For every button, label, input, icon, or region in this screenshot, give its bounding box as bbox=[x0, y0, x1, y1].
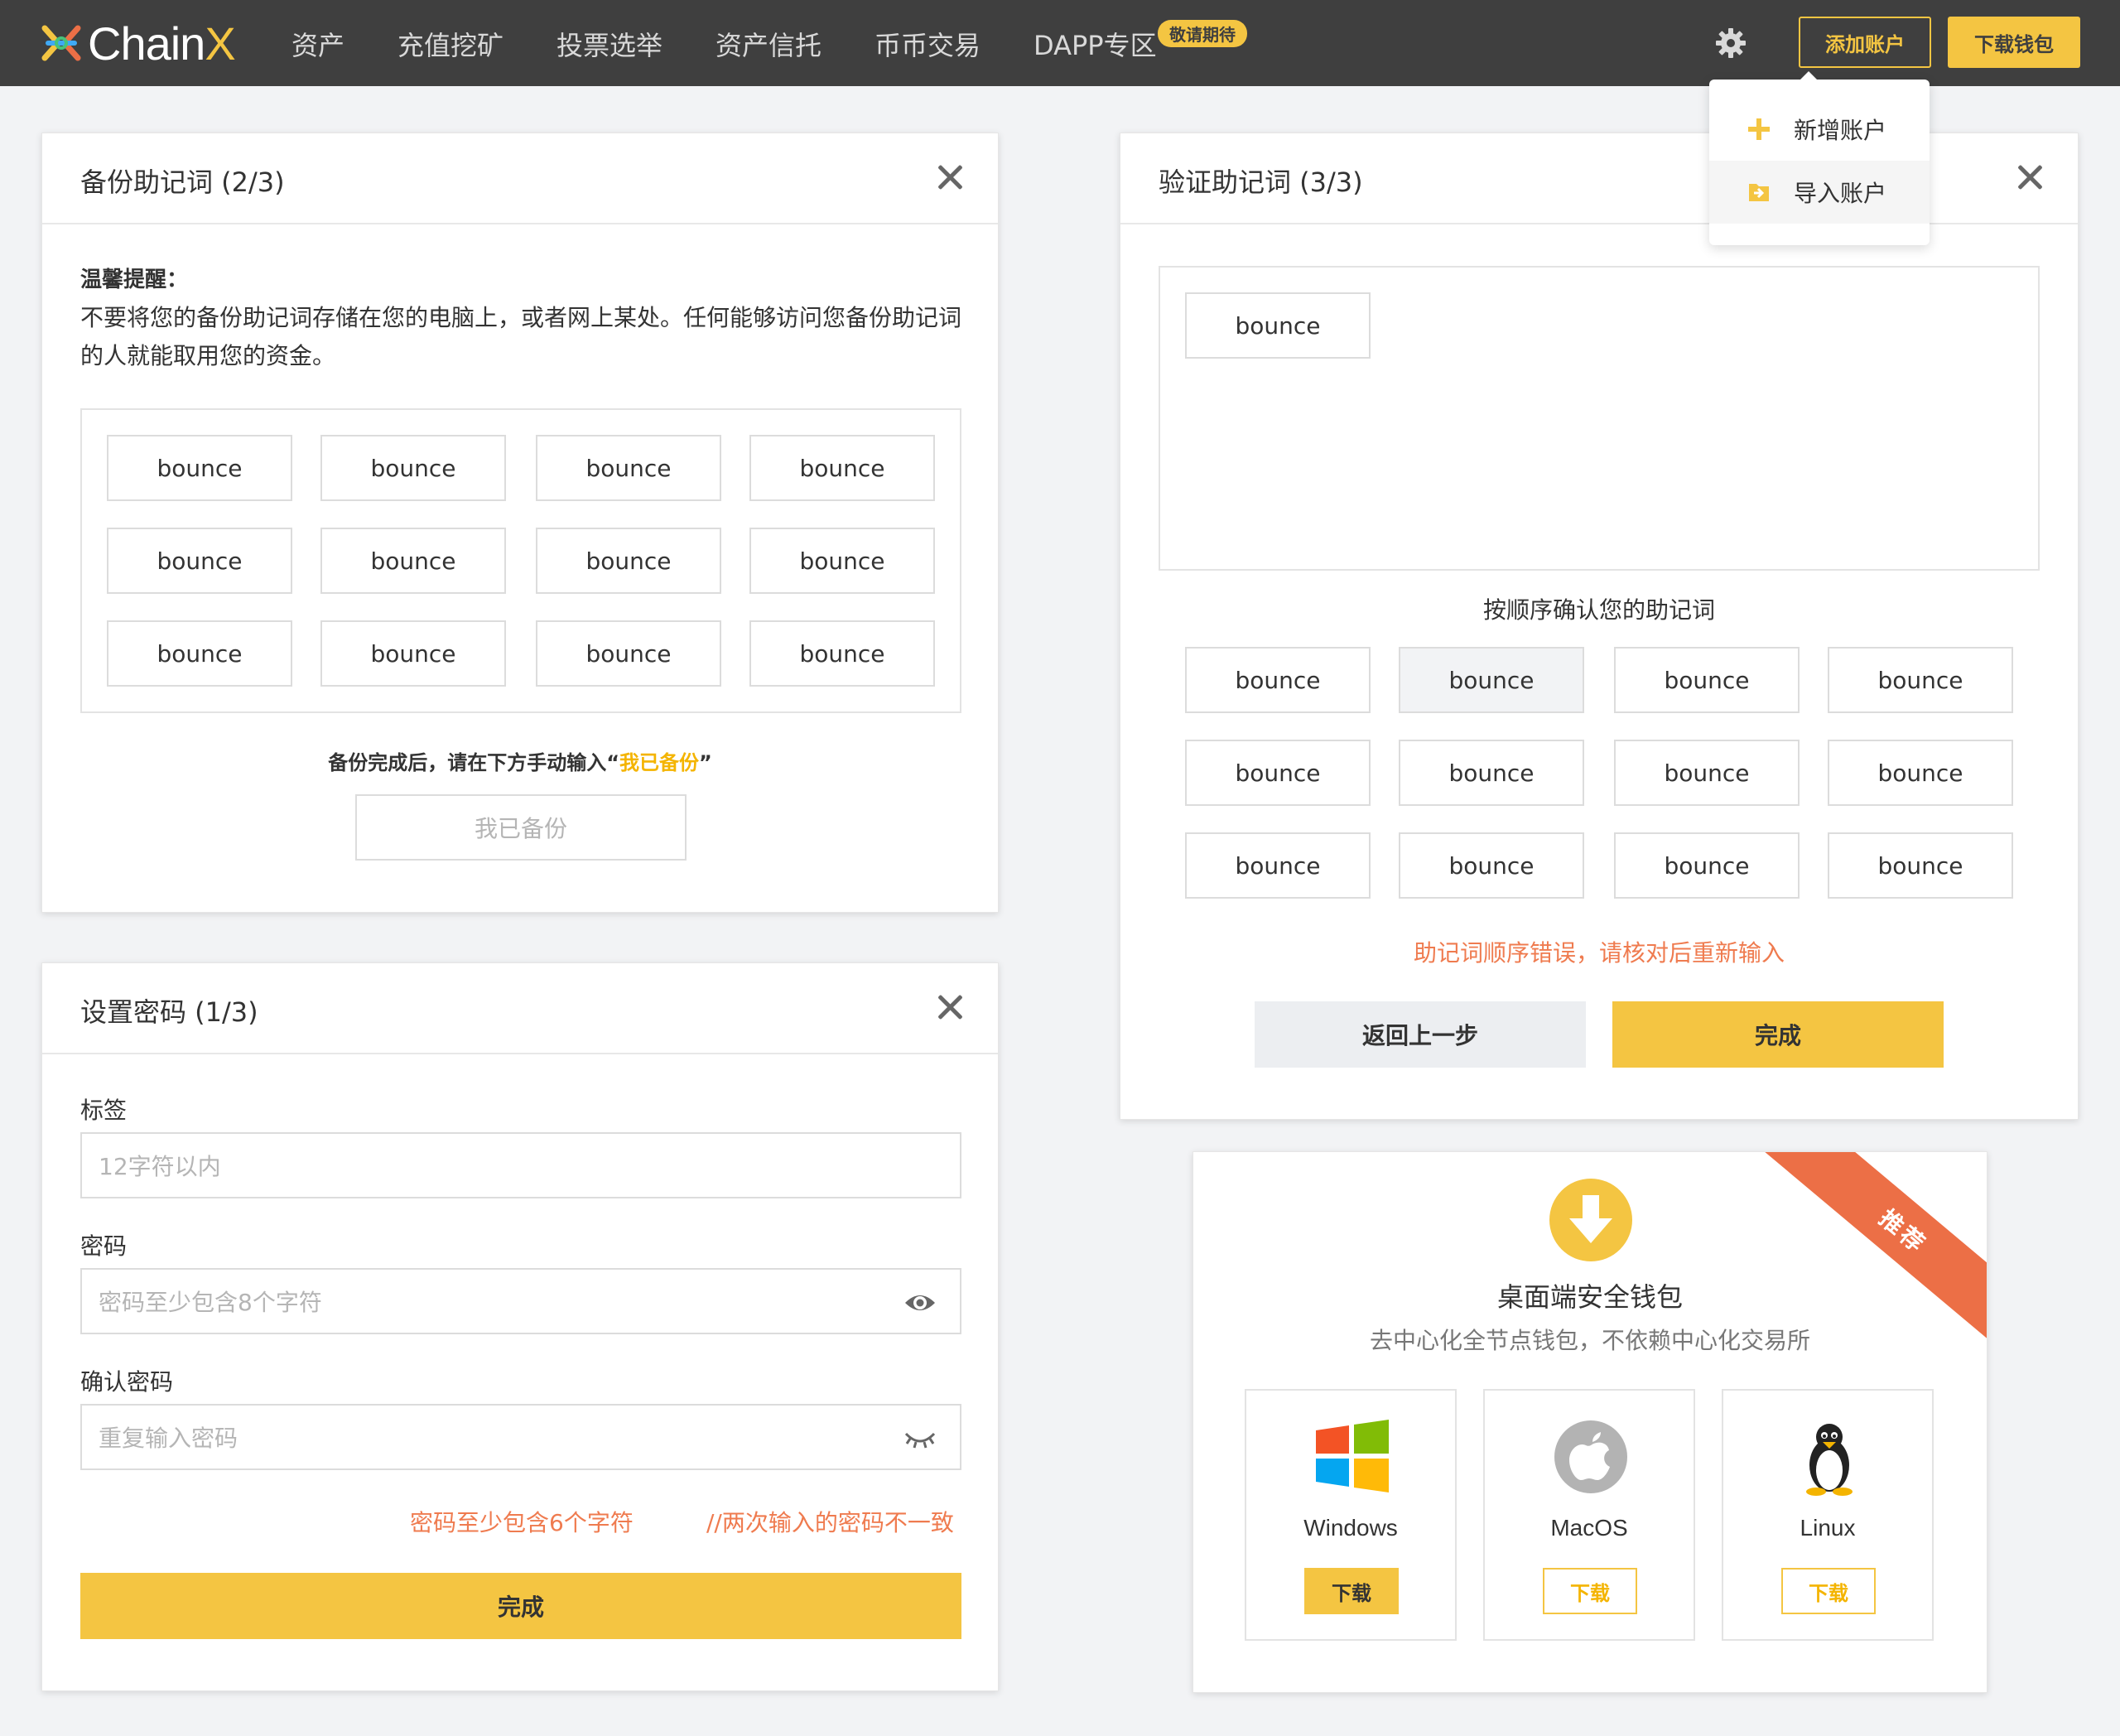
dropdown-item-label: 新增账户 bbox=[1794, 117, 1887, 144]
os-name: MacOS bbox=[1550, 1515, 1628, 1541]
linux-tux-icon bbox=[1806, 1424, 1853, 1496]
nav-trading[interactable]: 币币交易 bbox=[874, 25, 980, 63]
coming-soon-badge: 敬请期待 bbox=[1158, 20, 1247, 47]
password-input[interactable]: 密码至少包含8个字符 bbox=[80, 1268, 961, 1334]
confirm-password-label: 确认密码 bbox=[80, 1368, 174, 1396]
chainx-logo[interactable]: ChainX bbox=[38, 17, 236, 70]
desktop-wallet-card: 推荐 桌面端安全钱包 去中心化全节点钱包，不依赖中心化交易所 Windows 下… bbox=[1192, 1151, 1988, 1693]
download-wallet-button[interactable]: 下载钱包 bbox=[1948, 17, 2080, 68]
candidate-word[interactable]: bounce bbox=[1399, 740, 1584, 806]
mnemonic-word-grid: bounce bounce bounce bounce bounce bounc… bbox=[80, 408, 961, 713]
nav-dapp[interactable]: DAPP专区 bbox=[1034, 25, 1157, 63]
download-title: 桌面端安全钱包 bbox=[1496, 1281, 1683, 1313]
candidate-word[interactable]: bounce bbox=[1828, 647, 2013, 713]
password-mismatch-error: //两次输入的密码不一致 bbox=[706, 1509, 954, 1536]
mnemonic-word: bounce bbox=[320, 528, 506, 594]
show-password-eye-icon[interactable] bbox=[903, 1288, 937, 1318]
mnemonic-word: bounce bbox=[749, 620, 935, 687]
mnemonic-word: bounce bbox=[749, 528, 935, 594]
download-arrow-icon bbox=[1549, 1179, 1632, 1261]
download-macos-button[interactable]: 下载 bbox=[1543, 1568, 1637, 1614]
mnemonic-word: bounce bbox=[320, 620, 506, 687]
dropdown-item-import-account[interactable]: 导入账户 bbox=[1709, 161, 1930, 224]
card-header: 验证助记词 (3/3) bbox=[1120, 133, 2078, 224]
settings-gear-icon[interactable] bbox=[1714, 27, 1747, 60]
os-name: Linux bbox=[1800, 1515, 1856, 1541]
candidate-word[interactable]: bounce bbox=[1614, 740, 1800, 806]
download-windows-button[interactable]: 下载 bbox=[1304, 1568, 1399, 1614]
add-account-button[interactable]: 添加账户 bbox=[1799, 17, 1931, 68]
backup-mnemonic-card: 备份助记词 (2/3) 温馨提醒： 不要将您的备份助记词存储在您的电脑上，或者网… bbox=[41, 133, 999, 913]
apple-logo-icon bbox=[1554, 1420, 1627, 1493]
card-header: 备份助记词 (2/3) bbox=[42, 133, 998, 224]
nav-deposit-mining[interactable]: 充值挖矿 bbox=[398, 25, 504, 63]
verify-order-error: 助记词顺序错误，请核对后重新输入 bbox=[1413, 939, 1785, 967]
windows-logo-icon bbox=[1316, 1420, 1389, 1492]
nav-assets[interactable]: 资产 bbox=[292, 25, 344, 63]
mnemonic-word: bounce bbox=[536, 528, 721, 594]
close-icon[interactable] bbox=[937, 163, 963, 190]
tag-label: 标签 bbox=[80, 1097, 128, 1124]
logo-text: ChainX bbox=[88, 17, 236, 70]
backup-confirm-input[interactable]: 我已备份 bbox=[355, 794, 687, 861]
selected-words-area[interactable]: bounce bbox=[1159, 266, 2040, 571]
password-submit-button[interactable]: 完成 bbox=[80, 1573, 961, 1639]
candidate-word[interactable]: bounce bbox=[1614, 832, 1800, 899]
nav-asset-trust[interactable]: 资产信托 bbox=[716, 25, 822, 63]
import-icon bbox=[1749, 184, 1769, 201]
selected-word[interactable]: bounce bbox=[1185, 292, 1371, 359]
mnemonic-word: bounce bbox=[320, 435, 506, 501]
candidate-word[interactable]: bounce bbox=[1828, 740, 2013, 806]
card-title: 备份助记词 (2/3) bbox=[80, 166, 285, 198]
card-title: 设置密码 (1/3) bbox=[80, 996, 258, 1028]
dropdown-item-label: 导入账户 bbox=[1794, 180, 1887, 207]
mnemonic-word: bounce bbox=[107, 528, 292, 594]
download-linux-button[interactable]: 下载 bbox=[1781, 1568, 1876, 1614]
confirm-password-input[interactable]: 重复输入密码 bbox=[80, 1404, 961, 1470]
os-card-windows: Windows 下载 bbox=[1245, 1389, 1457, 1641]
mnemonic-word: bounce bbox=[107, 620, 292, 687]
tip-title: 温馨提醒： bbox=[80, 268, 189, 292]
add-account-dropdown: 新增账户 导入账户 bbox=[1709, 71, 1930, 245]
os-card-macos: MacOS 下载 bbox=[1483, 1389, 1695, 1641]
hide-password-eye-icon[interactable] bbox=[903, 1424, 937, 1454]
candidate-word[interactable]: bounce bbox=[1399, 832, 1584, 899]
dropdown-item-new-account[interactable]: 新增账户 bbox=[1709, 98, 1930, 161]
tip-body: 不要将您的备份助记词存储在您的电脑上，或者网上某处。任何能够访问您备份助记词的人… bbox=[80, 304, 962, 369]
verify-mnemonic-card: 验证助记词 (3/3) bounce 按顺序确认您的助记词 bounce bou… bbox=[1120, 133, 2079, 1120]
back-button[interactable]: 返回上一步 bbox=[1255, 1001, 1586, 1068]
tag-input[interactable]: 12字符以内 bbox=[80, 1132, 961, 1198]
os-card-linux: Linux 下载 bbox=[1722, 1389, 1934, 1641]
mnemonic-word: bounce bbox=[536, 435, 721, 501]
verify-subtitle: 按顺序确认您的助记词 bbox=[1482, 596, 1715, 624]
password-length-error: 密码至少包含6个字符 bbox=[410, 1509, 634, 1536]
mnemonic-word: bounce bbox=[107, 435, 292, 501]
os-name: Windows bbox=[1303, 1515, 1398, 1541]
close-icon[interactable] bbox=[2016, 163, 2043, 190]
set-password-card: 设置密码 (1/3) 标签 12字符以内 密码 密码至少包含8个字符 确认密码 … bbox=[41, 962, 999, 1691]
card-header: 设置密码 (1/3) bbox=[42, 963, 998, 1054]
verify-done-button[interactable]: 完成 bbox=[1612, 1001, 1944, 1068]
candidate-word[interactable]: bounce bbox=[1185, 647, 1371, 713]
backup-hint: 备份完成后，请在下方手动输入“我已备份” bbox=[328, 751, 712, 774]
candidate-word[interactable]: bounce bbox=[1185, 832, 1371, 899]
nav-voting[interactable]: 投票选举 bbox=[556, 25, 662, 63]
candidate-word[interactable]: bounce bbox=[1614, 647, 1800, 713]
recommended-ribbon: 推荐 bbox=[1755, 1152, 1987, 1351]
close-icon[interactable] bbox=[937, 993, 963, 1020]
candidate-word-selected[interactable]: bounce bbox=[1399, 647, 1584, 713]
candidate-word[interactable]: bounce bbox=[1828, 832, 2013, 899]
download-subtitle: 去中心化全节点钱包，不依赖中心化交易所 bbox=[1369, 1327, 1810, 1354]
password-label: 密码 bbox=[80, 1232, 128, 1260]
candidate-word[interactable]: bounce bbox=[1185, 740, 1371, 806]
mnemonic-word: bounce bbox=[749, 435, 935, 501]
ribbon-label: 推荐 bbox=[1755, 1152, 1987, 1351]
mnemonic-word: bounce bbox=[536, 620, 721, 687]
chainx-logo-icon bbox=[41, 25, 81, 61]
plus-icon bbox=[1748, 118, 1770, 140]
card-title: 验证助记词 (3/3) bbox=[1159, 166, 1363, 198]
